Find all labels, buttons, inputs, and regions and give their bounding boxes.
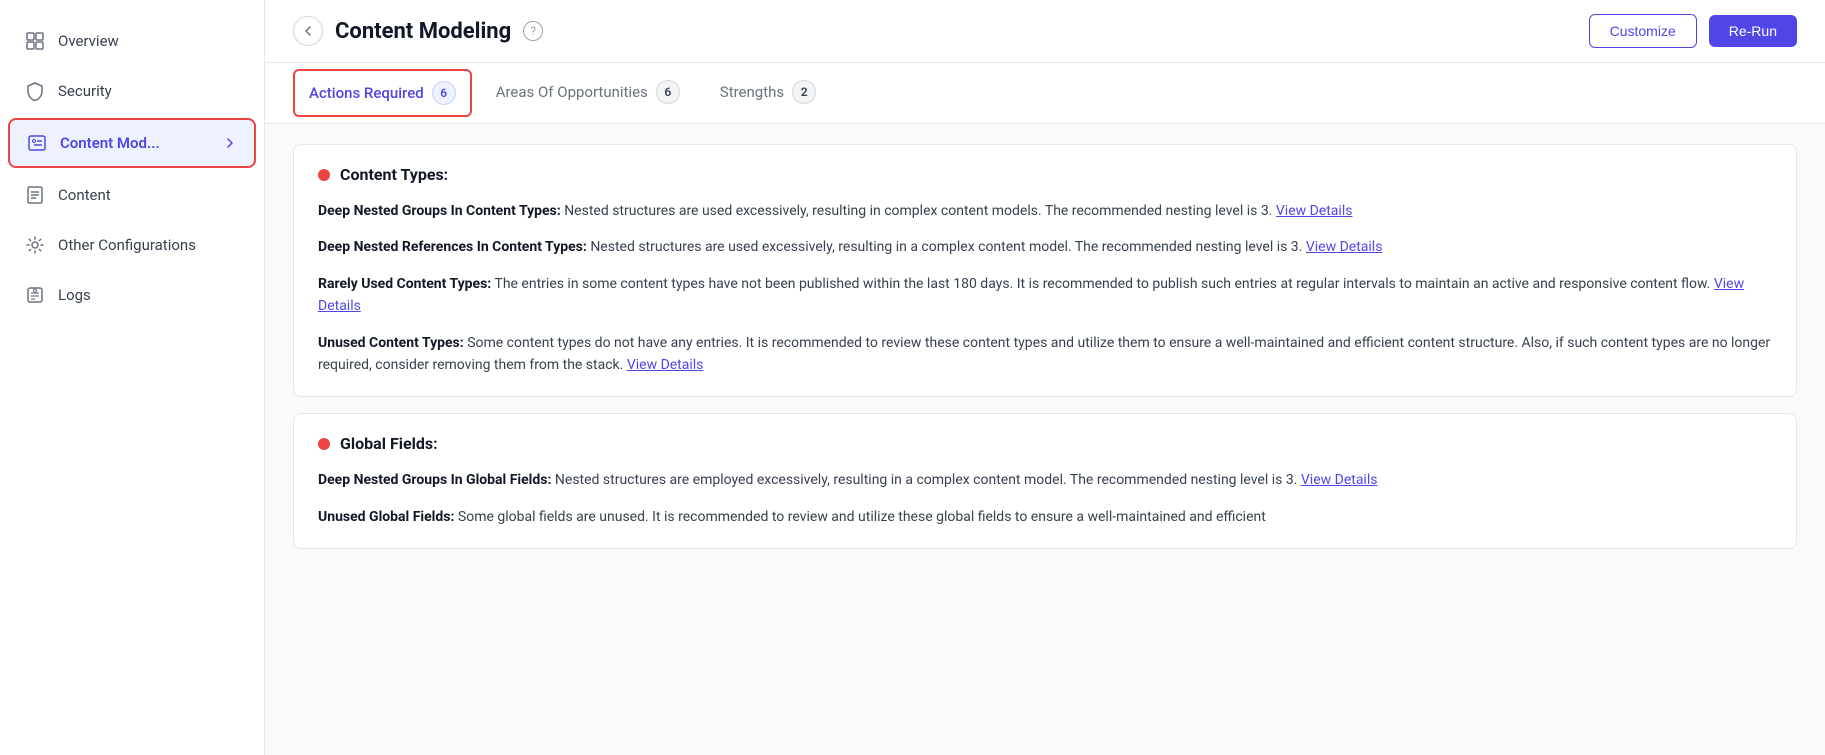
issue-label-deep-nested-groups: Deep Nested Groups In Content Types: <box>318 203 561 219</box>
sidebar-item-content[interactable]: Content <box>0 170 264 220</box>
sidebar-item-overview[interactable]: Overview <box>0 16 264 66</box>
security-icon <box>24 80 46 102</box>
tab-actions-required-badge: 6 <box>432 81 456 105</box>
issue-desc-deep-nested-references: Nested structures are used excessively, … <box>590 239 1302 255</box>
tab-actions-required[interactable]: Actions Required 6 <box>295 71 470 115</box>
content-icon <box>24 184 46 206</box>
sidebar-item-other-configurations[interactable]: Other Configurations <box>0 220 264 270</box>
issue-label-rarely-used: Rarely Used Content Types: <box>318 276 491 292</box>
issue-desc-deep-nested-groups: Nested structures are used excessively, … <box>564 203 1272 219</box>
issue-label-deep-nested-references: Deep Nested References In Content Types: <box>318 239 587 255</box>
view-details-deep-nested-groups[interactable]: View Details <box>1276 203 1353 219</box>
sidebar-item-content-modeling-label: Content Mod... <box>60 134 160 152</box>
tab-strengths[interactable]: Strengths 2 <box>704 66 832 120</box>
back-button[interactable] <box>293 16 323 46</box>
view-details-deep-nested-groups-gf[interactable]: View Details <box>1301 472 1378 488</box>
issue-desc-rarely-used: The entries in some content types have n… <box>494 276 1710 292</box>
sidebar-item-logs-label: Logs <box>58 286 91 304</box>
view-details-unused-content-types[interactable]: View Details <box>627 357 704 373</box>
logs-icon <box>24 284 46 306</box>
tab-actions-required-label: Actions Required <box>309 84 424 102</box>
main-content: Content Modeling ? Customize Re-Run Acti… <box>265 0 1825 755</box>
overview-icon <box>24 30 46 52</box>
issue-deep-nested-groups: Deep Nested Groups In Content Types: Nes… <box>318 200 1772 222</box>
global-fields-card-title: Global Fields: <box>318 434 1772 453</box>
issue-deep-nested-groups-gf: Deep Nested Groups In Global Fields: Nes… <box>318 469 1772 491</box>
issue-label-unused-global-fields: Unused Global Fields: <box>318 509 454 525</box>
sidebar-item-content-modeling[interactable]: Content Mod... <box>8 118 256 168</box>
sidebar-item-overview-label: Overview <box>58 32 119 50</box>
customize-button[interactable]: Customize <box>1589 14 1697 48</box>
issue-desc-deep-nested-groups-gf: Nested structures are employed excessive… <box>555 472 1298 488</box>
sidebar-item-security-label: Security <box>58 82 112 100</box>
sidebar: Overview Security Content Mod... <box>0 0 265 755</box>
rerun-button[interactable]: Re-Run <box>1709 15 1797 47</box>
content-area: Content Types: Deep Nested Groups In Con… <box>265 124 1825 755</box>
issue-desc-unused-content-types: Some content types do not have any entri… <box>318 335 1770 373</box>
tabs-bar: Actions Required 6 Areas Of Opportunitie… <box>265 63 1825 124</box>
issue-unused-content-types: Unused Content Types: Some content types… <box>318 332 1772 377</box>
sidebar-item-content-label: Content <box>58 186 111 204</box>
sidebar-item-logs[interactable]: Logs <box>0 270 264 320</box>
header-actions: Customize Re-Run <box>1589 14 1797 48</box>
issue-desc-unused-global-fields: Some global fields are unused. It is rec… <box>458 509 1266 525</box>
tab-areas-of-opportunities[interactable]: Areas Of Opportunities 6 <box>480 66 696 120</box>
red-dot-content-types <box>318 169 330 181</box>
sidebar-item-other-configurations-label: Other Configurations <box>58 236 196 254</box>
issue-deep-nested-references: Deep Nested References In Content Types:… <box>318 236 1772 258</box>
page-title: Content Modeling <box>335 19 511 44</box>
red-dot-global-fields <box>318 438 330 450</box>
issue-rarely-used: Rarely Used Content Types: The entries i… <box>318 273 1772 318</box>
chevron-right-icon <box>222 135 238 151</box>
help-icon[interactable]: ? <box>523 21 543 41</box>
tab-areas-of-opportunities-label: Areas Of Opportunities <box>496 83 648 101</box>
header-left: Content Modeling ? <box>293 16 543 46</box>
issue-unused-global-fields: Unused Global Fields: Some global fields… <box>318 506 1772 528</box>
global-fields-card: Global Fields: Deep Nested Groups In Glo… <box>293 413 1797 549</box>
header: Content Modeling ? Customize Re-Run <box>265 0 1825 63</box>
issue-label-unused-content-types: Unused Content Types: <box>318 335 464 351</box>
content-types-card: Content Types: Deep Nested Groups In Con… <box>293 144 1797 397</box>
tab-strengths-badge: 2 <box>792 80 816 104</box>
config-icon <box>24 234 46 256</box>
sidebar-item-security[interactable]: Security <box>0 66 264 116</box>
content-mod-icon <box>26 132 48 154</box>
content-types-card-title: Content Types: <box>318 165 1772 184</box>
tab-areas-of-opportunities-badge: 6 <box>656 80 680 104</box>
view-details-deep-nested-references[interactable]: View Details <box>1306 239 1383 255</box>
issue-label-deep-nested-groups-gf: Deep Nested Groups In Global Fields: <box>318 472 551 488</box>
tab-strengths-label: Strengths <box>720 83 784 101</box>
